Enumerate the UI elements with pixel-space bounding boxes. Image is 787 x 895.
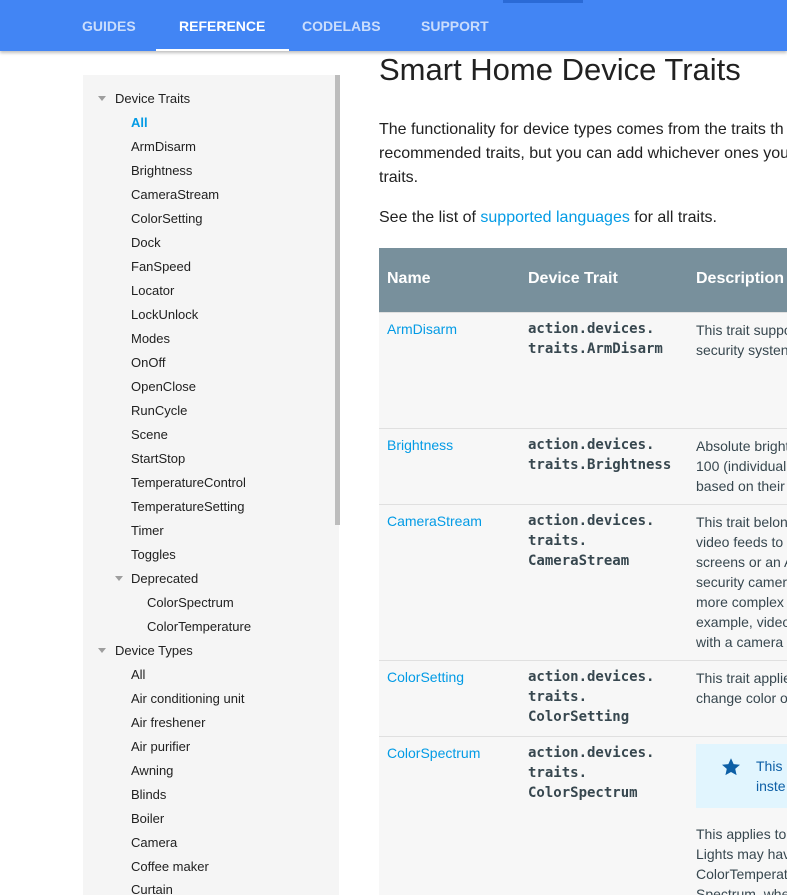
trait-code-line: action.devices. <box>528 437 655 453</box>
trait-link-colorspectrum[interactable]: ColorSpectrum <box>387 745 480 761</box>
trait-code-line: traits.ArmDisarm <box>528 341 663 357</box>
trait-description-line: security camer <box>696 574 787 590</box>
trait-description-line: screens or an A <box>696 554 787 570</box>
note-text-line: This <box>756 758 783 774</box>
intro-line-1: The functionality for device types comes… <box>379 121 784 138</box>
page-title: Smart Home Device Traits <box>379 52 741 87</box>
trait-description-line: with a camera <box>696 634 784 650</box>
trait-code-line: ColorSetting <box>528 709 630 725</box>
trait-code-line: traits.Brightness <box>528 457 672 473</box>
trait-code-line: action.devices. <box>528 321 655 337</box>
trait-description-line: video feeds to <box>696 534 784 550</box>
trait-description-line: Absolute bright <box>696 438 787 454</box>
trait-code-line: traits. <box>528 533 588 549</box>
star-icon <box>722 758 740 776</box>
see-list-sentence: See the list of supported languages for … <box>379 209 717 227</box>
trait-description-line: Lights may hav <box>696 846 787 862</box>
column-header-device-trait: Device Trait <box>528 270 618 287</box>
trait-code-line: traits. <box>528 689 588 705</box>
trait-description-line: based on their <box>696 478 785 494</box>
trait-code-line: action.devices. <box>528 745 655 761</box>
colortemperature-link[interactable]: ColorTemperat <box>696 864 787 884</box>
intro-line-2: recommended traits, but you can add whic… <box>379 145 787 162</box>
note-text-line: inste <box>756 778 786 794</box>
main-content: Smart Home Device Traits The functionali… <box>0 0 787 895</box>
trait-description-line: Spectrum, whe <box>696 886 787 895</box>
trait-description-line: more complex <box>696 594 784 610</box>
trait-link-camerastream[interactable]: CameraStream <box>387 513 482 529</box>
trait-description-line: This trait suppo <box>696 322 787 338</box>
trait-description-line: example, video <box>696 614 787 630</box>
trait-description-line: change color o <box>696 690 787 706</box>
trait-code-line: action.devices. <box>528 513 655 529</box>
trait-link-colorsetting[interactable]: ColorSetting <box>387 669 464 685</box>
trait-code-line: traits. <box>528 765 588 781</box>
supported-languages-link[interactable]: supported languages <box>480 209 629 226</box>
trait-code-line: ColorSpectrum <box>528 785 638 801</box>
trait-description-line: This trait applie <box>696 670 787 686</box>
trait-link-armdisarm[interactable]: ArmDisarm <box>387 321 457 337</box>
column-header-name: Name <box>387 270 431 287</box>
intro-line-3: traits. <box>379 169 419 186</box>
column-header-description: Description <box>696 270 785 287</box>
trait-description-line: 100 (individual <box>696 458 787 474</box>
trait-description-line: This applies to <box>696 826 787 842</box>
trait-description-line: security systen <box>696 342 787 358</box>
see-list-prefix: See the list of <box>379 209 481 226</box>
trait-code-line: action.devices. <box>528 669 655 685</box>
trait-code-line: CameraStream <box>528 553 630 569</box>
trait-link-brightness[interactable]: Brightness <box>387 437 453 453</box>
see-list-suffix: for all traits. <box>629 209 717 226</box>
trait-description-line: This trait belon <box>696 514 787 530</box>
